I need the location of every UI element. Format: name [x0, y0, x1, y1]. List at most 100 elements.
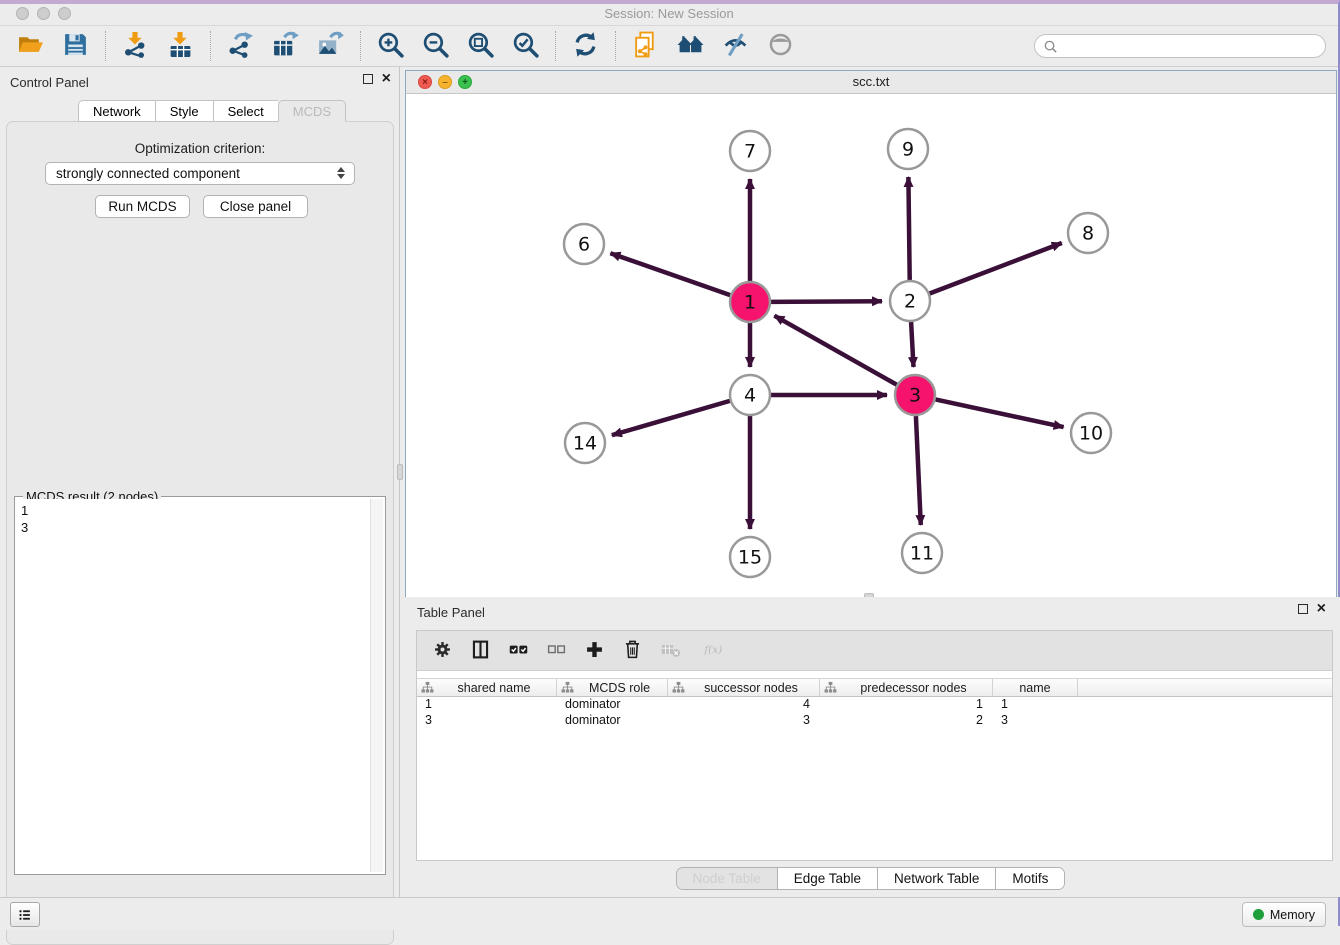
function-button: f(x)	[691, 635, 735, 667]
graph-node-2[interactable]: 2	[890, 281, 930, 321]
graph-node-7[interactable]: 7	[730, 131, 770, 171]
graph-node-9[interactable]: 9	[888, 129, 928, 169]
cell-successor-nodes[interactable]: 4	[668, 697, 820, 713]
tab-select[interactable]: Select	[213, 100, 278, 122]
node-table-container: f(x) shared nameMCDS rolesuccessor nodes…	[416, 630, 1333, 861]
network-graph[interactable]: 7 9 6 8 1 2 4 3 14 10 15 11	[406, 94, 1336, 597]
hide-panel-button[interactable]	[713, 28, 758, 64]
edge-1-6[interactable]	[610, 253, 730, 295]
columns-button[interactable]	[463, 635, 497, 667]
column-header-MCDS-role[interactable]: MCDS role	[557, 679, 668, 696]
open-session-button[interactable]	[8, 28, 53, 64]
graph-node-4[interactable]: 4	[730, 375, 770, 415]
close-panel-button[interactable]: Close panel	[203, 195, 308, 218]
graph-node-1[interactable]: 1	[730, 282, 770, 322]
export-image-button[interactable]	[308, 28, 353, 64]
column-header-successor-nodes[interactable]: successor nodes	[668, 679, 820, 696]
graph-node-8[interactable]: 8	[1068, 213, 1108, 253]
graph-node-14[interactable]: 14	[565, 423, 605, 463]
tab-edge-table[interactable]: Edge Table	[778, 868, 878, 889]
graph-node-11[interactable]: 11	[902, 533, 942, 573]
gear-button[interactable]	[425, 635, 459, 667]
cell-shared-name[interactable]: 1	[417, 697, 557, 713]
table-row[interactable]: 3dominator323	[417, 713, 1332, 729]
result-item[interactable]: 1	[21, 502, 366, 519]
zoom-fit-button[interactable]	[458, 28, 503, 64]
cell-MCDS-role[interactable]: dominator	[557, 713, 668, 729]
memory-button[interactable]: Memory	[1242, 902, 1326, 927]
close-panel-icon[interactable]: ×	[382, 74, 391, 84]
svg-text:3: 3	[909, 385, 921, 407]
column-header-shared-name[interactable]: shared name	[417, 679, 557, 696]
zoom-fit-icon	[467, 31, 494, 61]
cell-predecessor-nodes[interactable]: 2	[820, 713, 993, 729]
edge-1-2[interactable]	[771, 301, 882, 302]
graph-node-10[interactable]: 10	[1071, 413, 1111, 453]
mcds-result-list[interactable]: 13	[17, 499, 370, 872]
table-panel-header: Table Panel ×	[401, 597, 1340, 628]
cell-shared-name[interactable]: 3	[417, 713, 557, 729]
import-table-button[interactable]	[158, 28, 203, 64]
result-scrollbar[interactable]	[370, 499, 383, 872]
column-header-predecessor-nodes[interactable]: predecessor nodes	[820, 679, 993, 696]
graph-node-3[interactable]: 3	[895, 375, 935, 415]
edge-3-11[interactable]	[916, 416, 921, 525]
cell-name[interactable]: 3	[993, 713, 1078, 729]
home-button[interactable]	[668, 28, 713, 64]
cell-successor-nodes[interactable]: 3	[668, 713, 820, 729]
result-item[interactable]: 3	[21, 519, 366, 536]
criterion-select[interactable]: strongly connected component	[45, 162, 355, 185]
table-tabs: Node TableEdge TableNetwork TableMotifs	[401, 867, 1340, 890]
run-mcds-button[interactable]: Run MCDS	[95, 195, 190, 218]
memory-label: Memory	[1270, 908, 1315, 922]
float-panel-icon[interactable]	[363, 74, 373, 84]
import-network-button[interactable]	[113, 28, 158, 64]
tab-network-table[interactable]: Network Table	[878, 868, 996, 889]
graph-node-15[interactable]: 15	[730, 537, 770, 577]
zoom-in-button[interactable]	[368, 28, 413, 64]
cell-MCDS-role[interactable]: dominator	[557, 697, 668, 713]
tab-node-table[interactable]: Node Table	[677, 868, 778, 889]
search-input[interactable]	[1063, 39, 1317, 53]
edge-2-9[interactable]	[908, 177, 909, 280]
deselect-all-icon	[546, 639, 567, 663]
edge-2-8[interactable]	[930, 243, 1062, 294]
tab-network[interactable]: Network	[78, 100, 155, 122]
export-network-button[interactable]	[218, 28, 263, 64]
table-close-panel-icon[interactable]: ×	[1317, 604, 1326, 614]
tab-mcds[interactable]: MCDS	[278, 100, 346, 122]
export-table-button[interactable]	[263, 28, 308, 64]
toolbar-separator	[210, 31, 211, 61]
graph-node-6[interactable]: 6	[564, 224, 604, 264]
duplicate-network-button[interactable]	[623, 28, 668, 64]
export-table-icon	[272, 31, 299, 61]
window-title: Session: New Session	[0, 6, 1338, 21]
edge-2-3[interactable]	[911, 322, 913, 367]
save-session-button[interactable]	[53, 28, 98, 64]
tab-motifs[interactable]: Motifs	[996, 868, 1064, 889]
tab-style[interactable]: Style	[155, 100, 213, 122]
cell-name[interactable]: 1	[993, 697, 1078, 713]
control-panel-title: Control Panel	[10, 75, 89, 90]
table-float-panel-icon[interactable]	[1298, 604, 1308, 614]
show-panel-icon	[767, 31, 794, 61]
zoom-selected-button[interactable]	[503, 28, 548, 64]
search-box[interactable]	[1034, 34, 1326, 58]
show-panel-button[interactable]	[758, 28, 803, 64]
delete-column-button[interactable]	[615, 635, 649, 667]
zoom-out-button[interactable]	[413, 28, 458, 64]
edge-4-14[interactable]	[612, 401, 730, 435]
deselect-all-button[interactable]	[539, 635, 573, 667]
add-column-button[interactable]	[577, 635, 611, 667]
cell-predecessor-nodes[interactable]: 1	[820, 697, 993, 713]
edge-3-10[interactable]	[936, 399, 1064, 427]
network-window-titlebar[interactable]: × – + scc.txt	[406, 71, 1336, 94]
refresh-button[interactable]	[563, 28, 608, 64]
vertical-splitter-grip[interactable]	[397, 464, 403, 480]
select-all-button[interactable]	[501, 635, 535, 667]
task-history-button[interactable]	[10, 902, 40, 927]
column-header-name[interactable]: name	[993, 679, 1078, 696]
network-view-window: × – + scc.txt 7 9 6 8 1 2 4 3 14 10 15 11	[405, 70, 1337, 597]
edge-3-1[interactable]	[774, 316, 896, 385]
table-row[interactable]: 1dominator411	[417, 697, 1332, 713]
